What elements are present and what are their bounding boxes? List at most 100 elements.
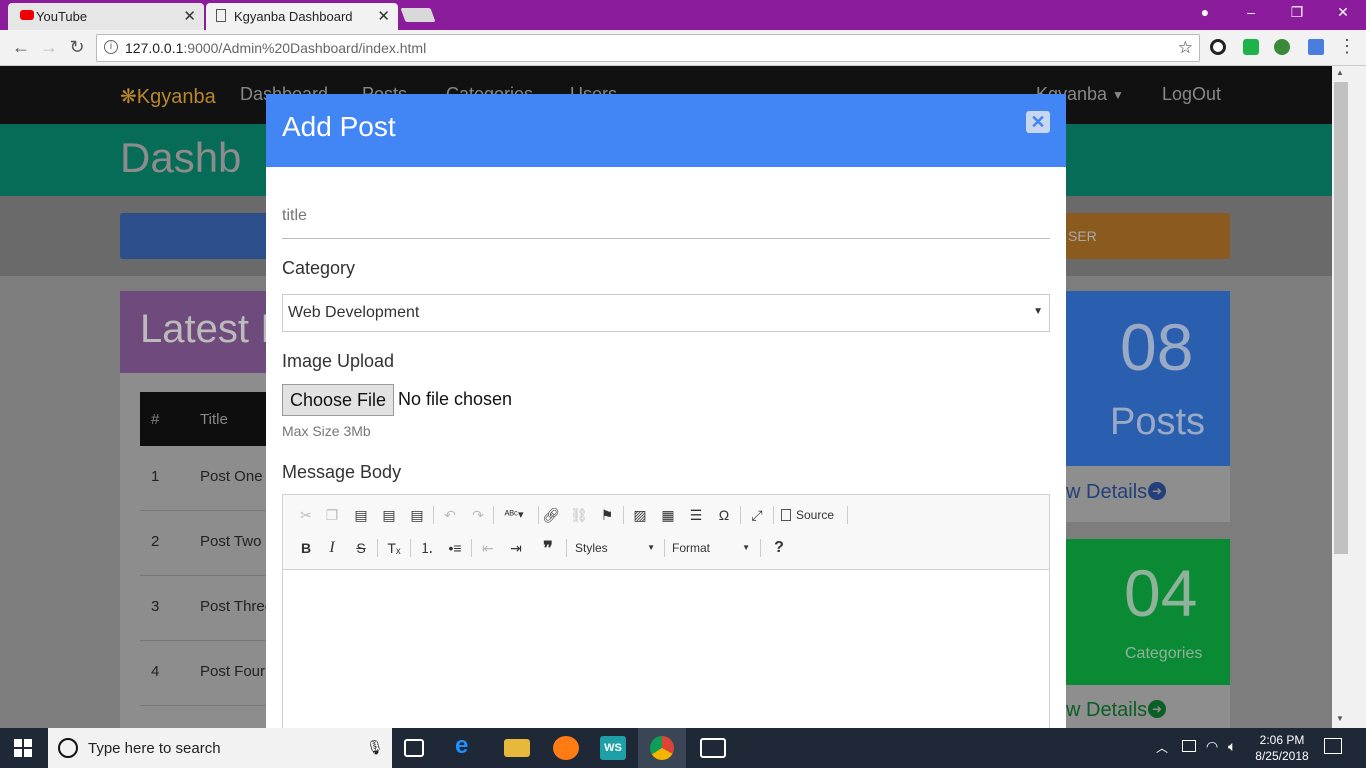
windows-start-icon[interactable] (14, 739, 32, 757)
unlink-icon[interactable]: ⛓ (567, 504, 591, 526)
close-window-icon[interactable]: ✕ (1328, 4, 1358, 21)
categories-view-details-link[interactable]: w Details (1066, 699, 1147, 722)
max-size-hint: Max Size 3Mb (282, 423, 371, 439)
scroll-down-icon[interactable]: ▼ (1336, 714, 1344, 723)
info-icon[interactable]: i (104, 40, 118, 54)
bold-icon[interactable]: B (294, 537, 318, 559)
link-icon[interactable]: 🔗︎ (539, 504, 563, 526)
paste-text-icon[interactable]: ▤ (377, 504, 401, 526)
bulleted-list-icon[interactable]: •≡ (443, 537, 467, 559)
bookmark-star-icon[interactable]: ☆ (1178, 38, 1193, 58)
blockquote-icon[interactable]: ❞ (536, 537, 560, 559)
chrome-icon (650, 736, 674, 760)
windows-taskbar: Type here to search 🎙︎ e WS ︿ ◠ 🔈︎ 2:06 … (0, 728, 1366, 768)
forward-icon[interactable]: → (38, 37, 60, 58)
tab-kgyanba-dashboard[interactable]: Kgyanba Dashboard ✕ (206, 3, 398, 30)
numbered-list-icon[interactable]: ⒈ (415, 537, 439, 559)
format-dropdown[interactable]: Format ▼ (672, 537, 754, 559)
chrome-taskbar-button[interactable] (638, 728, 686, 768)
show-hidden-icons[interactable]: ︿ (1156, 739, 1168, 756)
close-tab-icon[interactable]: ✕ (183, 7, 196, 25)
menu-icon[interactable]: ⋮ (1338, 36, 1356, 57)
close-icon[interactable]: ✕ (1026, 111, 1050, 133)
indent-icon[interactable]: ⇥ (504, 537, 528, 559)
tab-youtube[interactable]: YouTube ✕ (8, 3, 204, 30)
taskbar-clock[interactable]: 2:06 PM 8/25/2018 (1250, 732, 1314, 764)
close-tab-icon[interactable]: ✕ (377, 7, 390, 25)
table-row[interactable]: 1 Post One (140, 446, 280, 511)
cut-icon[interactable]: ✂ (294, 504, 318, 526)
outdent-icon[interactable]: ⇤ (476, 537, 500, 559)
restore-icon[interactable]: ❐ (1282, 4, 1312, 21)
add-post-button[interactable] (120, 213, 270, 259)
paste-word-icon[interactable]: ▤ (405, 504, 429, 526)
globe-extension-icon[interactable] (1274, 39, 1290, 55)
table-row[interactable]: 2 Post Two (140, 511, 280, 576)
taskbar-search-box[interactable]: Type here to search 🎙︎ (48, 728, 392, 768)
scrollbar-thumb[interactable] (1334, 82, 1348, 554)
nav-logout[interactable]: LogOut (1162, 84, 1221, 105)
browser-tab-strip: YouTube ✕ Kgyanba Dashboard ✕ ● – ❐ ✕ (0, 0, 1366, 30)
category-selected-value: Web Development (288, 304, 420, 321)
reload-icon[interactable]: ↻ (66, 37, 88, 58)
edge-icon[interactable]: e (455, 732, 481, 759)
row-number: 1 (151, 468, 160, 485)
anchor-flag-icon[interactable]: ⚑ (595, 504, 619, 526)
image-icon[interactable]: ▨ (628, 504, 652, 526)
spellcheck-icon[interactable]: ᴬᴮᶜ▾ (502, 504, 526, 526)
row-title: Post Four (200, 663, 266, 680)
undo-icon[interactable]: ↶ (438, 504, 462, 526)
back-icon[interactable]: ← (10, 37, 32, 58)
table-row[interactable]: 3 Post Three (140, 576, 280, 641)
firefox-icon[interactable] (553, 736, 579, 760)
task-view-icon[interactable] (404, 739, 424, 757)
redo-icon[interactable]: ↷ (466, 504, 490, 526)
maximize-icon[interactable]: ⤢ (745, 504, 769, 526)
categories-label: Categories (1125, 645, 1203, 662)
photos-icon[interactable] (700, 738, 726, 758)
choose-file-button[interactable]: Choose File (282, 384, 394, 416)
add-user-button[interactable]: SER (1066, 213, 1230, 259)
paste-icon[interactable]: ▤ (349, 504, 373, 526)
scroll-up-icon[interactable]: ▲ (1336, 68, 1344, 77)
page-icon (216, 9, 226, 22)
profile-icon[interactable]: ● (1190, 4, 1220, 20)
action-center-icon[interactable] (1324, 738, 1342, 754)
copy-icon[interactable]: ❐ (320, 504, 344, 526)
table-row[interactable]: 4 Post Four (140, 641, 280, 706)
brand-logo[interactable]: ❋Kgyanba (120, 84, 216, 109)
italic-icon[interactable]: I (320, 537, 344, 559)
category-select[interactable]: Web Development ▼ (282, 294, 1050, 332)
editor-content-area[interactable] (283, 571, 1049, 728)
youtube-icon (20, 10, 34, 20)
arrow-circle-icon: ➜ (1148, 700, 1166, 718)
shield-extension-icon[interactable] (1243, 39, 1259, 55)
modal-header: Add Post ✕ (266, 94, 1066, 167)
webstorm-icon[interactable]: WS (600, 736, 626, 760)
remove-format-icon[interactable]: Tₓ (382, 537, 406, 559)
styles-dropdown[interactable]: Styles ▼ (575, 537, 659, 559)
modal-title: Add Post (282, 111, 396, 142)
extension-icon[interactable] (1210, 39, 1226, 55)
pen-extension-icon[interactable] (1308, 39, 1324, 55)
categories-count: 04 (1124, 556, 1198, 630)
row-number: 3 (151, 598, 160, 615)
title-input[interactable] (282, 194, 1050, 239)
page-scrollbar[interactable]: ▲ ▼ (1332, 66, 1366, 728)
horizontal-line-icon[interactable]: ☰ (684, 504, 708, 526)
source-button[interactable]: Source (781, 504, 834, 526)
posts-view-details-link[interactable]: w Details (1066, 481, 1147, 504)
file-explorer-icon[interactable] (504, 739, 530, 757)
special-char-icon[interactable]: Ω (712, 504, 736, 526)
microphone-icon[interactable]: 🎙︎ (366, 739, 384, 756)
strikethrough-icon[interactable]: S (349, 537, 373, 559)
help-icon[interactable]: ? (767, 537, 791, 559)
table-icon[interactable]: ▦ (656, 504, 680, 526)
address-bar[interactable]: i 127.0.0.1:9000/Admin%20Dashboard/index… (96, 34, 1200, 62)
battery-icon[interactable] (1182, 740, 1196, 752)
posts-count: 08 (1120, 310, 1194, 384)
minimize-icon[interactable]: – (1236, 4, 1266, 20)
wifi-icon[interactable]: ◠ (1206, 738, 1218, 755)
new-tab-button[interactable] (400, 8, 436, 22)
volume-icon[interactable]: 🔈︎ (1228, 738, 1236, 755)
